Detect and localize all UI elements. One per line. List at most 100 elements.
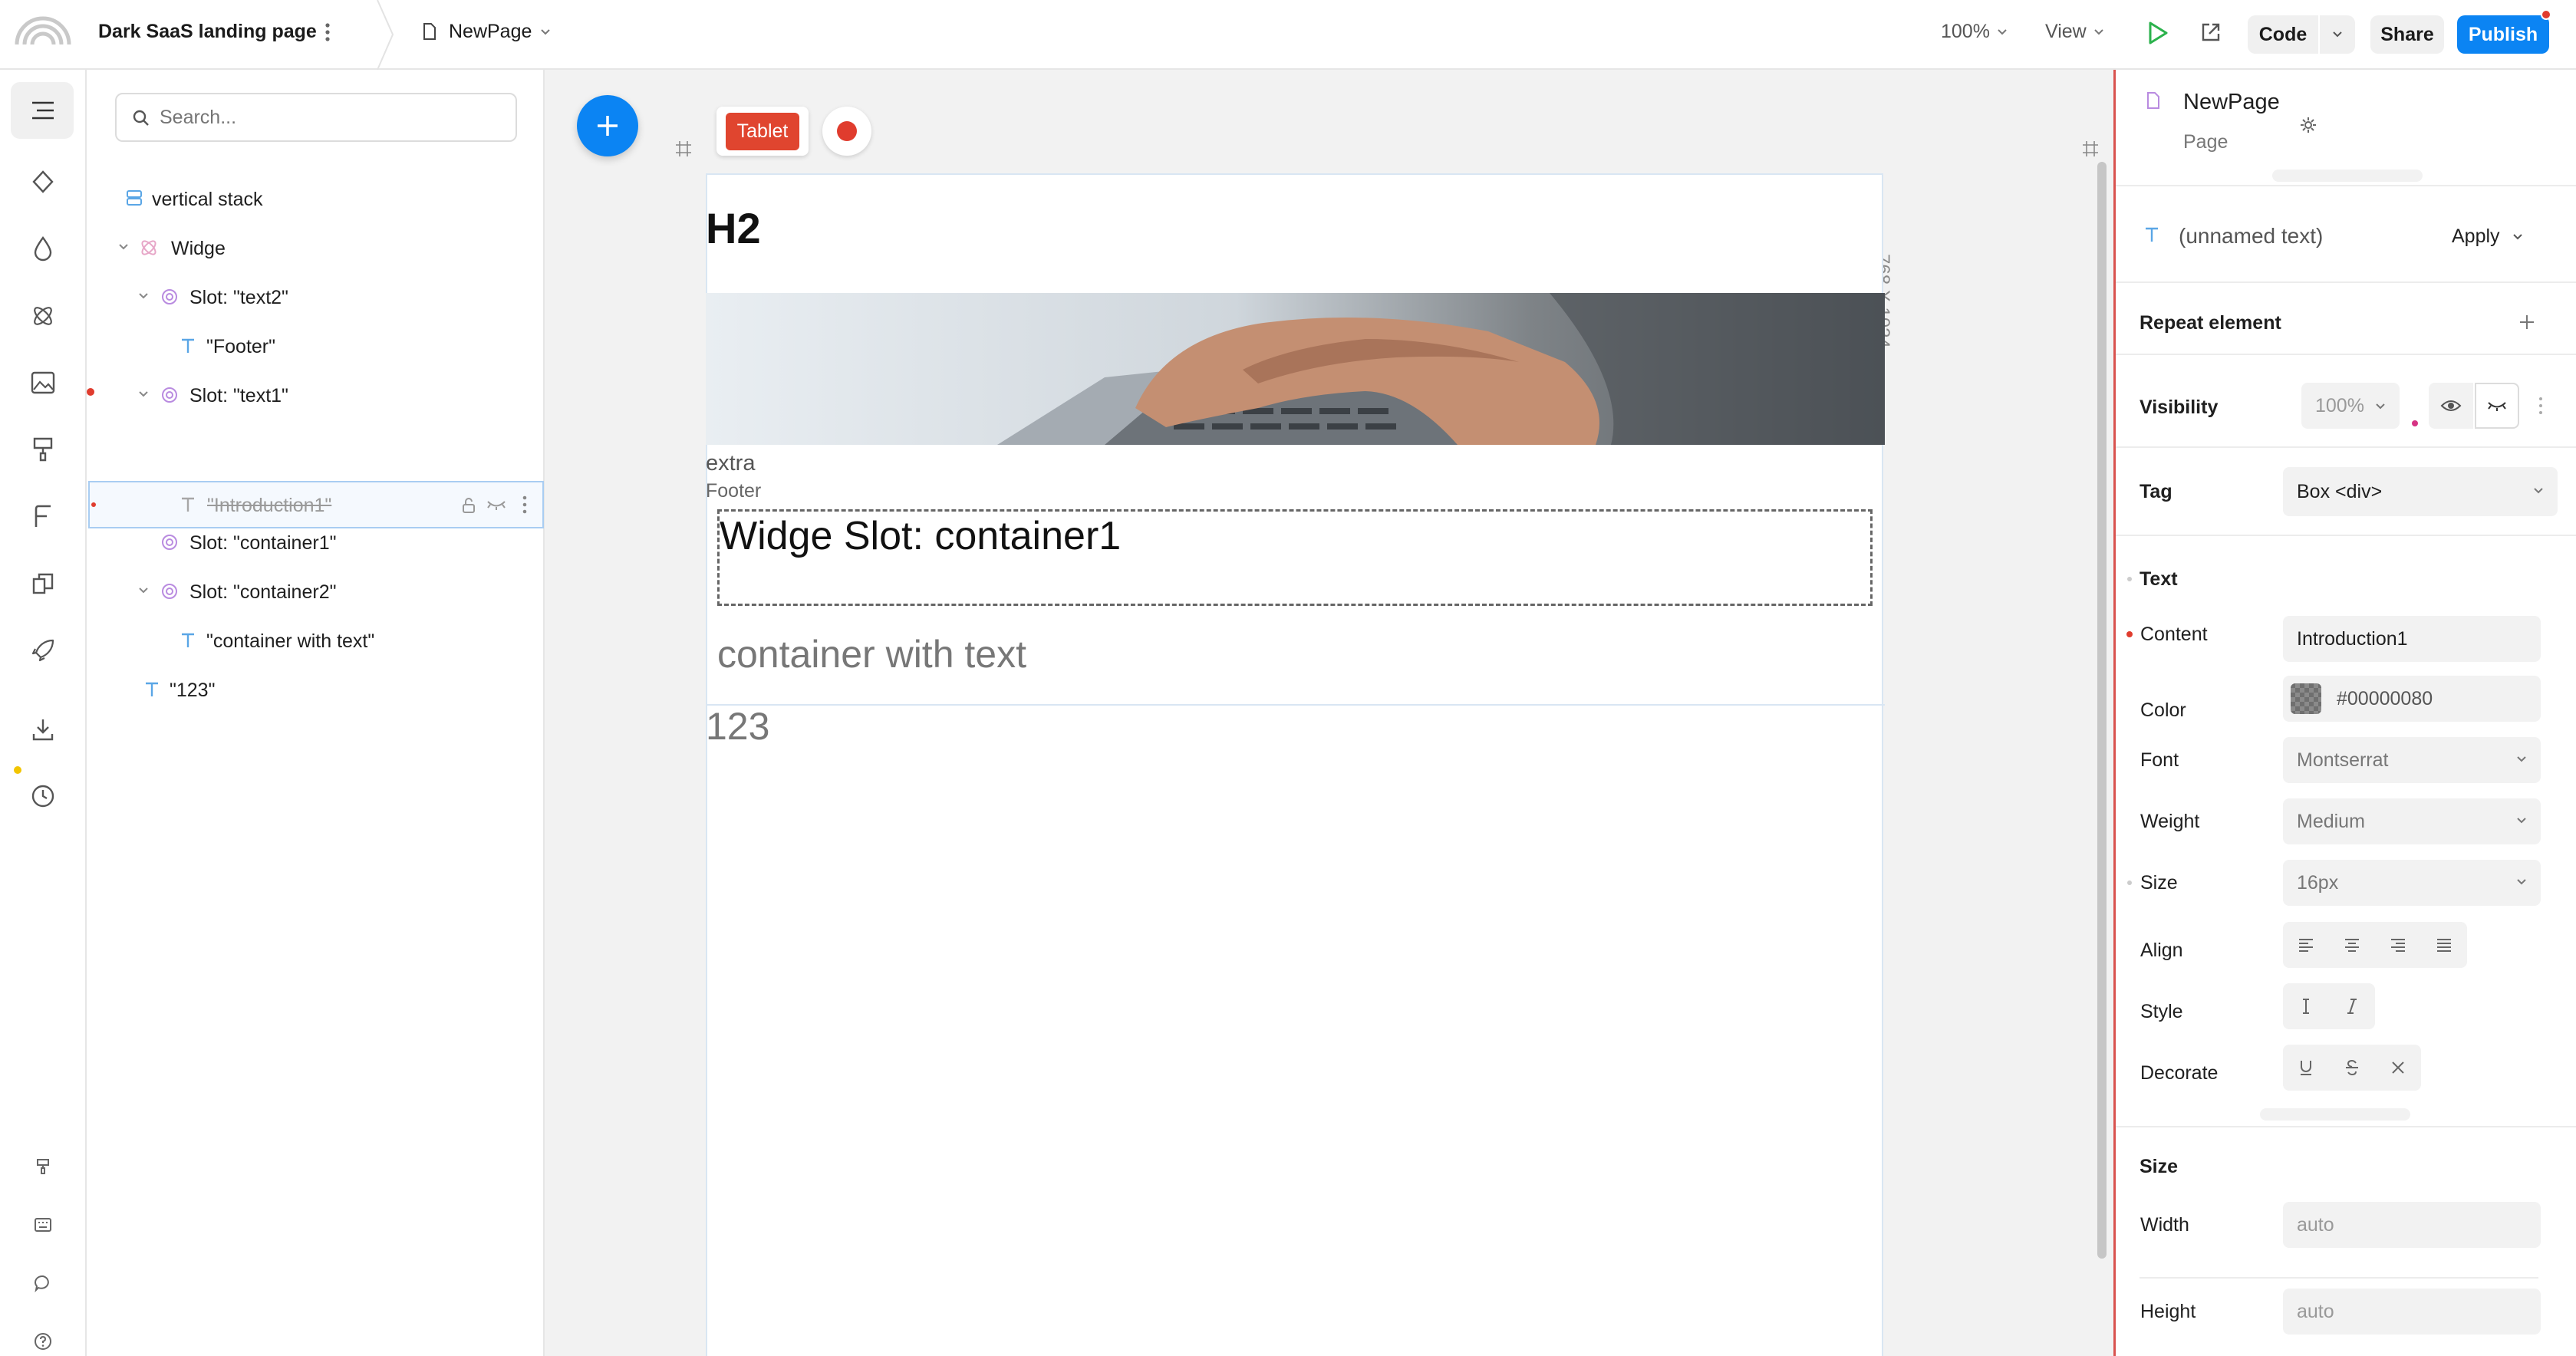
content-field[interactable]: Introduction1 bbox=[2283, 616, 2541, 662]
add-element-button[interactable] bbox=[577, 95, 638, 156]
left-toolbar bbox=[0, 70, 87, 1356]
fonts-icon[interactable] bbox=[26, 499, 60, 533]
project-name[interactable]: Dark SaaS landing page bbox=[98, 22, 317, 41]
image-icon[interactable] bbox=[26, 366, 60, 400]
history-icon[interactable] bbox=[26, 779, 60, 813]
visibility-label: Visibility bbox=[2140, 397, 2219, 418]
more-icon[interactable] bbox=[522, 495, 528, 515]
width-field[interactable]: auto bbox=[2283, 1202, 2541, 1248]
design-canvas[interactable]: Tablet 768 X 1024 H2 bbox=[545, 70, 2113, 1356]
layer-row[interactable]: "Footer" bbox=[180, 327, 532, 367]
rocket-icon[interactable] bbox=[26, 634, 60, 667]
view-menu[interactable]: View bbox=[2045, 22, 2087, 41]
zoom-selector[interactable]: 100% bbox=[1941, 22, 1990, 41]
layer-row[interactable]: vertical stack bbox=[125, 179, 539, 219]
visible-toggle[interactable] bbox=[2429, 383, 2473, 429]
lock-icon[interactable] bbox=[461, 497, 476, 514]
download-icon[interactable] bbox=[26, 713, 60, 746]
code-button[interactable]: Code bbox=[2248, 15, 2318, 54]
chevron-down-icon[interactable] bbox=[540, 28, 551, 36]
components-icon[interactable] bbox=[26, 165, 60, 199]
size-select[interactable]: 16px bbox=[2283, 860, 2541, 906]
frame-corner-icon[interactable] bbox=[675, 140, 692, 157]
close-icon[interactable] bbox=[2389, 1058, 2407, 1077]
frame-corner-icon[interactable] bbox=[2082, 140, 2099, 157]
publish-button[interactable]: Publish bbox=[2457, 15, 2549, 54]
apply-menu[interactable]: Apply bbox=[2452, 227, 2500, 246]
font-select[interactable]: Montserrat bbox=[2283, 737, 2541, 783]
project-menu-icon[interactable] bbox=[324, 21, 331, 43]
paint-icon[interactable] bbox=[26, 433, 60, 466]
tag-select[interactable]: Box <div> bbox=[2283, 467, 2558, 516]
weight-select[interactable]: Medium bbox=[2283, 798, 2541, 844]
h2-heading[interactable]: H2 bbox=[706, 207, 761, 250]
record-button[interactable] bbox=[822, 107, 871, 156]
code-dropdown-button[interactable] bbox=[2320, 15, 2355, 54]
align-justify-icon[interactable] bbox=[2435, 936, 2453, 954]
size-label: Size bbox=[2140, 872, 2178, 894]
pages-icon[interactable] bbox=[26, 567, 60, 601]
tag-label: Tag bbox=[2140, 481, 2172, 502]
slot-container1[interactable]: Widge Slot: container1 bbox=[717, 509, 1873, 606]
layer-row[interactable]: Slot: "container1" bbox=[160, 523, 536, 563]
layer-row[interactable]: Widge bbox=[117, 229, 532, 268]
text-cursor-icon[interactable] bbox=[2297, 997, 2315, 1015]
chevron-down-icon[interactable] bbox=[2512, 233, 2523, 241]
external-link-icon[interactable] bbox=[2200, 21, 2222, 43]
height-field[interactable]: auto bbox=[2283, 1289, 2541, 1335]
device-switcher[interactable]: Tablet bbox=[716, 107, 809, 156]
layer-row[interactable]: Slot: "text1" bbox=[137, 376, 536, 416]
play-icon[interactable] bbox=[2146, 21, 2169, 45]
logo-icon[interactable] bbox=[12, 14, 74, 48]
share-button[interactable]: Share bbox=[2370, 15, 2444, 54]
keyboard-icon[interactable] bbox=[26, 1208, 60, 1242]
layer-row[interactable]: Slot: "container2" bbox=[137, 572, 536, 612]
layer-row[interactable]: Slot: "text2" bbox=[137, 278, 536, 318]
repeat-element-label: Repeat element bbox=[2140, 312, 2281, 334]
chevron-down-icon[interactable] bbox=[1997, 28, 2008, 36]
canvas-scrollbar[interactable] bbox=[2097, 162, 2107, 1259]
styles-drop-icon[interactable] bbox=[26, 232, 60, 265]
plus-icon[interactable] bbox=[2518, 314, 2535, 331]
slot-icon bbox=[162, 289, 177, 304]
layers-icon[interactable] bbox=[26, 94, 60, 127]
container-text[interactable]: container with text bbox=[717, 635, 1026, 673]
color-swatch[interactable] bbox=[2291, 683, 2321, 714]
layers-search[interactable] bbox=[115, 93, 517, 142]
help-icon[interactable] bbox=[26, 1325, 60, 1356]
align-center-icon[interactable] bbox=[2343, 936, 2361, 954]
collapse-handle[interactable] bbox=[2260, 1108, 2410, 1121]
italic-icon[interactable] bbox=[2343, 997, 2361, 1015]
layer-row[interactable]: "123" bbox=[143, 670, 527, 710]
chevron-down-icon[interactable] bbox=[137, 291, 150, 301]
element-name[interactable]: (unnamed text) bbox=[2179, 225, 2323, 247]
chevron-down-icon bbox=[2517, 818, 2526, 824]
layer-row-selected[interactable]: "Introduction1" bbox=[88, 481, 544, 528]
hero-image[interactable] bbox=[706, 293, 1885, 445]
collapse-handle[interactable] bbox=[2272, 170, 2423, 182]
hidden-toggle[interactable] bbox=[2475, 383, 2519, 429]
more-icon[interactable] bbox=[2538, 396, 2543, 416]
tablet-frame[interactable]: H2 extra Footer Widge Slot: container1 c… bbox=[706, 173, 1885, 1356]
gear-icon[interactable] bbox=[2299, 116, 2317, 134]
search-input[interactable] bbox=[160, 105, 497, 130]
page-selector[interactable]: NewPage bbox=[449, 22, 532, 41]
chat-icon[interactable] bbox=[26, 1266, 60, 1300]
extra-text[interactable]: extra bbox=[706, 453, 755, 475]
chevron-down-icon[interactable] bbox=[117, 242, 130, 252]
brush-icon[interactable] bbox=[26, 1150, 60, 1183]
chevron-down-icon[interactable] bbox=[137, 390, 150, 399]
align-left-icon[interactable] bbox=[2297, 936, 2315, 954]
color-field[interactable]: #00000080 bbox=[2283, 676, 2541, 722]
number-text[interactable]: 123 bbox=[706, 707, 769, 745]
footer-text[interactable]: Footer bbox=[706, 482, 761, 501]
underline-icon[interactable] bbox=[2297, 1058, 2315, 1077]
strikethrough-icon[interactable] bbox=[2343, 1058, 2361, 1077]
chevron-down-icon[interactable] bbox=[137, 586, 150, 595]
widgets-icon[interactable] bbox=[26, 299, 60, 333]
layer-row[interactable]: "container with text" bbox=[180, 621, 532, 661]
chevron-down-icon[interactable] bbox=[2093, 28, 2104, 36]
hidden-eye-icon[interactable] bbox=[486, 498, 507, 512]
top-bar: Dark SaaS landing page NewPage 100% View… bbox=[0, 0, 2576, 70]
align-right-icon[interactable] bbox=[2389, 936, 2407, 954]
